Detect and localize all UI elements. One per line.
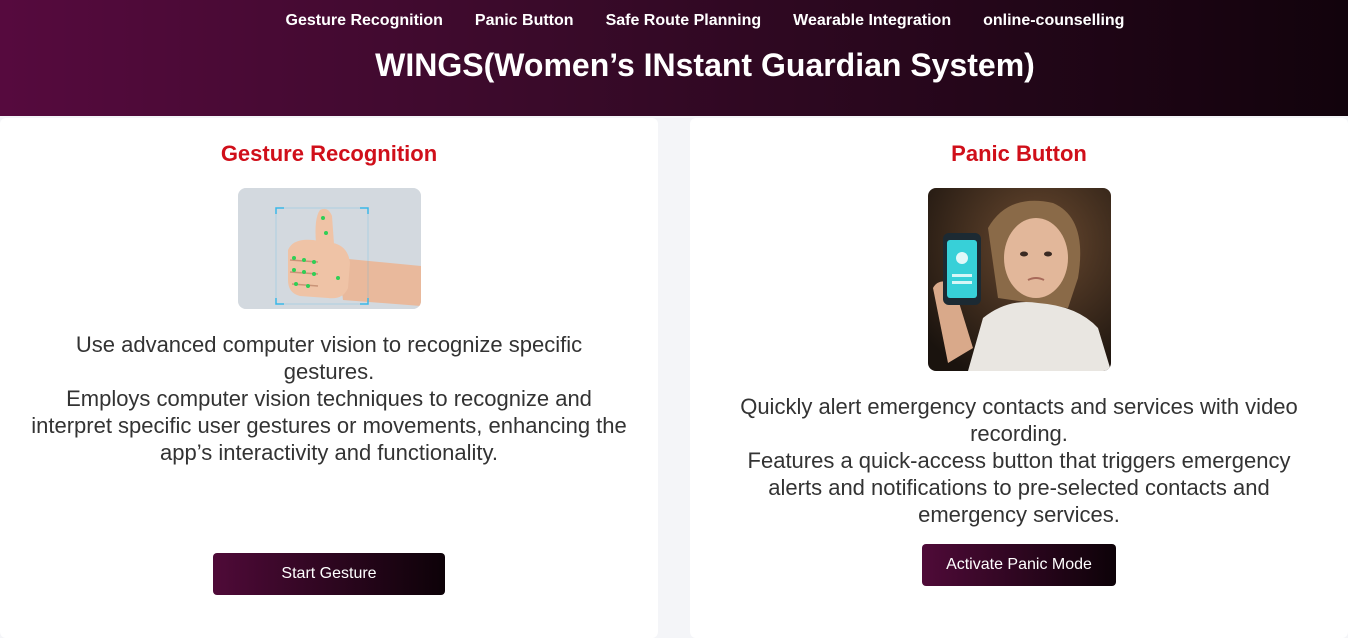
- card-title: Gesture Recognition: [220, 141, 438, 166]
- thumbs-up-hand-icon: [237, 188, 421, 309]
- woman-with-phone-icon: [927, 188, 1111, 371]
- top-header: Gesture Recognition Panic Button Safe Ro…: [0, 0, 1348, 116]
- start-gesture-recognition-button[interactable]: Start Gesture Recognition: [213, 553, 445, 624]
- page-title: WINGS(Women’s INstant Guardian System): [375, 47, 1035, 83]
- gesture-details: Employs computer vision techniques to re…: [31, 386, 627, 465]
- card-title: Panic Button: [951, 141, 1087, 166]
- gesture-description: Use advanced computer vision to recogniz…: [0, 331, 658, 466]
- gesture-image: [237, 188, 421, 309]
- panic-button-card: Panic Button Quickly alert emergency con…: [690, 118, 1348, 638]
- panic-image: [927, 188, 1111, 371]
- main-nav: Gesture Recognition Panic Button Safe Ro…: [0, 12, 1348, 30]
- nav-safe-route-planning[interactable]: Safe Route Planning: [606, 12, 762, 30]
- panic-details: Features a quick-access button that trig…: [747, 448, 1291, 527]
- panic-description: Quickly alert emergency contacts and ser…: [690, 393, 1348, 528]
- nav-wearable-integration[interactable]: Wearable Integration: [793, 12, 951, 30]
- nav-panic-button[interactable]: Panic Button: [475, 12, 574, 30]
- activate-panic-mode-button[interactable]: Activate Panic Mode: [922, 544, 1116, 586]
- gesture-recognition-card: Gesture Recognition Use advanced compute…: [0, 118, 658, 638]
- nav-online-counselling[interactable]: online-counselling: [983, 12, 1124, 30]
- nav-gesture-recognition[interactable]: Gesture Recognition: [286, 12, 443, 30]
- panic-summary: Quickly alert emergency contacts and ser…: [740, 394, 1298, 446]
- gesture-summary: Use advanced computer vision to recogniz…: [75, 332, 583, 384]
